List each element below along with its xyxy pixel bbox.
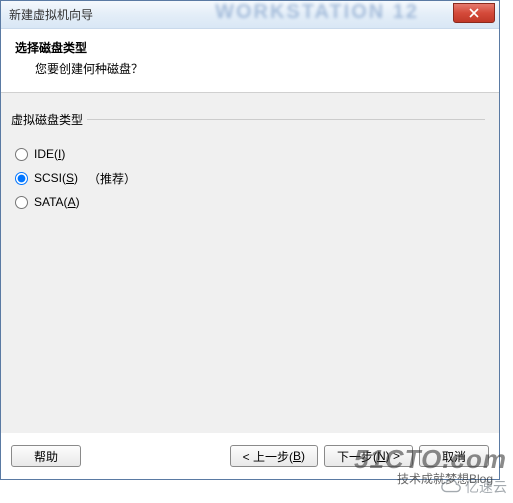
cloud-icon — [440, 479, 462, 495]
wizard-header: 选择磁盘类型 您要创建何种磁盘？ — [1, 29, 499, 93]
back-button[interactable]: < 上一步(B) — [230, 445, 318, 467]
close-button[interactable] — [453, 3, 495, 23]
watermark-yisuyun: 亿速云 — [440, 477, 507, 497]
radio-sata-input[interactable] — [15, 196, 28, 209]
radio-group: IDE(I) SCSI(S) （推荐） SATA(A) — [15, 142, 485, 214]
radio-ide-label: IDE(I) — [34, 147, 65, 161]
page-title: 选择磁盘类型 — [15, 39, 485, 56]
radio-sata[interactable]: SATA(A) — [15, 190, 485, 214]
radio-sata-label: SATA(A) — [34, 195, 80, 209]
group-legend: 虚拟磁盘类型 — [11, 111, 87, 128]
radio-ide-input[interactable] — [15, 148, 28, 161]
page-subtitle: 您要创建何种磁盘？ — [35, 60, 485, 77]
radio-scsi[interactable]: SCSI(S) （推荐） — [15, 166, 485, 190]
radio-scsi-label: SCSI(S) — [34, 171, 78, 185]
wizard-window: WORKSTATION 12 新建虚拟机向导 选择磁盘类型 您要创建何种磁盘？ … — [0, 0, 500, 480]
title-bar: WORKSTATION 12 新建虚拟机向导 — [1, 1, 499, 29]
workstation-bg-text: WORKSTATION 12 — [215, 1, 419, 24]
radio-ide[interactable]: IDE(I) — [15, 142, 485, 166]
window-title: 新建虚拟机向导 — [9, 6, 93, 23]
disk-type-group: 虚拟磁盘类型 IDE(I) SCSI(S) （推荐） — [15, 111, 485, 214]
help-button[interactable]: 帮助 — [11, 445, 81, 467]
radio-scsi-input[interactable] — [15, 172, 28, 185]
radio-scsi-recommended: （推荐） — [88, 170, 136, 187]
content-area: 虚拟磁盘类型 IDE(I) SCSI(S) （推荐） — [1, 93, 499, 433]
close-icon — [469, 8, 479, 18]
